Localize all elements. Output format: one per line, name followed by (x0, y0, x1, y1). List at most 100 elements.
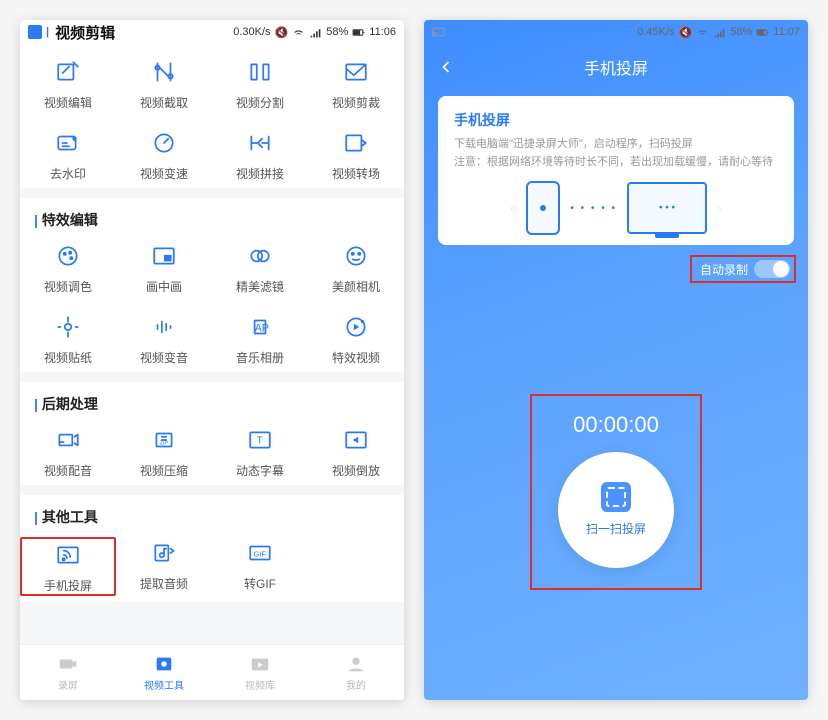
tool-label: 视频配音 (44, 462, 92, 479)
library-icon (249, 653, 271, 675)
timer-display: 00:00:00 (573, 412, 659, 438)
tab-label: 视频库 (245, 677, 275, 692)
pip-icon (148, 240, 180, 272)
transition-icon (340, 127, 372, 159)
tool-fx[interactable]: 特效视频 (308, 311, 404, 366)
tool-label: 视频变速 (140, 165, 188, 182)
tool-label: 提取音频 (140, 575, 188, 592)
main-body: 视频编辑 视频截取 视频分割 视频剪裁 去水印 视频变速 视频拼接 视频转场|特… (20, 44, 404, 644)
auto-record-row: 自动录制 (690, 255, 796, 283)
profile-icon (345, 653, 367, 675)
tool-dub[interactable]: 视频配音 (20, 424, 116, 479)
svg-text:ZIP: ZIP (160, 440, 169, 446)
tool-crop[interactable]: 视频剪裁 (308, 56, 404, 111)
battery-pct: 58% (730, 26, 752, 38)
scan-button-label: 扫一扫投屏 (586, 520, 646, 537)
header-title: 手机投屏 (464, 55, 768, 79)
beauty-icon (340, 240, 372, 272)
auto-record-toggle[interactable] (754, 260, 790, 278)
section-1: |特效编辑 视频调色 画中画 精美滤镜 美颜相机 视频贴纸 视频变音 AP 音乐… (20, 198, 404, 372)
status-time: 11:06 (369, 26, 396, 38)
connection-dots-icon: • • • • • (570, 203, 617, 214)
net-speed: 0.45K/s (637, 26, 674, 38)
tool-label: 视频贴纸 (44, 349, 92, 366)
subtitle-icon: T (244, 424, 276, 456)
tool-filter[interactable]: 精美滤镜 (212, 240, 308, 295)
compress-icon: ZIP (148, 424, 180, 456)
tool-subtitle[interactable]: T 动态字幕 (212, 424, 308, 479)
back-button[interactable] (436, 57, 464, 77)
tool-edit[interactable]: 视频编辑 (20, 56, 116, 111)
mute-icon: 🔇 (679, 26, 693, 39)
tool-label: 视频压缩 (140, 462, 188, 479)
tab-tools[interactable]: 视频工具 (116, 645, 212, 700)
tool-cast[interactable]: 手机投屏 (20, 537, 116, 596)
battery-icon (756, 26, 769, 39)
header: 手机投屏 (424, 44, 808, 90)
tool-label: 精美滤镜 (236, 278, 284, 295)
tool-gif[interactable]: GIF 转GIF (212, 537, 308, 596)
tab-label: 视频工具 (144, 677, 184, 692)
tool-watermark[interactable]: 去水印 (20, 127, 116, 182)
svg-text:T: T (257, 435, 263, 446)
card-line1: 下载电脑端"迅捷录屏大师"，启动程序，扫码投屏 (454, 136, 778, 154)
tab-library[interactable]: 视频库 (212, 645, 308, 700)
palette-icon (52, 240, 84, 272)
tool-reverse[interactable]: 视频倒放 (308, 424, 404, 479)
monitor-device-icon (627, 182, 707, 234)
trim-icon (148, 56, 180, 88)
section-0: 视频编辑 视频截取 视频分割 视频剪裁 去水印 视频变速 视频拼接 视频转场 (20, 44, 404, 188)
tab-profile[interactable]: 我的 (308, 645, 404, 700)
auto-record-label: 自动录制 (700, 261, 748, 278)
tool-label: 特效视频 (332, 349, 380, 366)
section-title: |特效编辑 (20, 210, 404, 240)
tool-speed[interactable]: 视频变速 (116, 127, 212, 182)
tool-label: 视频分割 (236, 94, 284, 111)
bottom-tabbar: 录屏 视频工具 视频库 我的 (20, 644, 404, 700)
info-card: 手机投屏 下载电脑端"迅捷录屏大师"，启动程序，扫码投屏 注意：根据网络环境等待… (438, 96, 794, 245)
tool-label: 视频转场 (332, 165, 380, 182)
tool-sticker[interactable]: 视频贴纸 (20, 311, 116, 366)
tool-beauty[interactable]: 美颜相机 (308, 240, 404, 295)
speed-icon (148, 127, 180, 159)
gif-icon: GIF (244, 537, 276, 569)
edit-icon (52, 56, 84, 88)
status-time: 11:07 (773, 26, 800, 38)
cast-icon (52, 539, 84, 571)
tool-compress[interactable]: ZIP 视频压缩 (116, 424, 212, 479)
battery-icon (352, 26, 365, 39)
timer-highlight: 00:00:00 扫一扫投屏 (530, 394, 702, 590)
net-speed: 0.30K/s (233, 26, 270, 38)
tool-label: 视频剪裁 (332, 94, 380, 111)
tab-record[interactable]: 录屏 (20, 645, 116, 700)
page-title: 视频剪辑 (55, 22, 115, 43)
tool-pip[interactable]: 画中画 (116, 240, 212, 295)
scan-cast-button[interactable]: 扫一扫投屏 (558, 452, 674, 568)
phone-device-icon (526, 181, 560, 235)
extract-icon (148, 537, 180, 569)
tool-label: 手机投屏 (44, 577, 92, 594)
phone-right: 0.45K/s 🔇 58% 11:07 手机投屏 (424, 20, 808, 700)
tool-extract[interactable]: 提取音频 (116, 537, 212, 596)
qr-scan-icon (601, 482, 631, 512)
status-bar: 0.45K/s 🔇 58% 11:07 (424, 20, 808, 44)
tool-label: 视频拼接 (236, 165, 284, 182)
split-icon (244, 56, 276, 88)
tools-icon (153, 653, 175, 675)
tool-palette[interactable]: 视频调色 (20, 240, 116, 295)
tool-music[interactable]: AP 音乐相册 (212, 311, 308, 366)
reverse-icon (340, 424, 372, 456)
wifi-icon (292, 26, 305, 39)
tool-transition[interactable]: 视频转场 (308, 127, 404, 182)
tool-merge[interactable]: 视频拼接 (212, 127, 308, 182)
tool-split[interactable]: 视频分割 (212, 56, 308, 111)
wifi-icon (696, 26, 709, 39)
tab-label: 录屏 (58, 677, 78, 692)
crop-icon (340, 56, 372, 88)
section-3: |其他工具 手机投屏 提取音频 GIF 转GIF (20, 495, 404, 602)
sticker-icon (52, 311, 84, 343)
tool-audio[interactable]: 视频变音 (116, 311, 212, 366)
battery-pct: 58% (326, 26, 348, 38)
tool-trim[interactable]: 视频截取 (116, 56, 212, 111)
tool-label: 动态字幕 (236, 462, 284, 479)
